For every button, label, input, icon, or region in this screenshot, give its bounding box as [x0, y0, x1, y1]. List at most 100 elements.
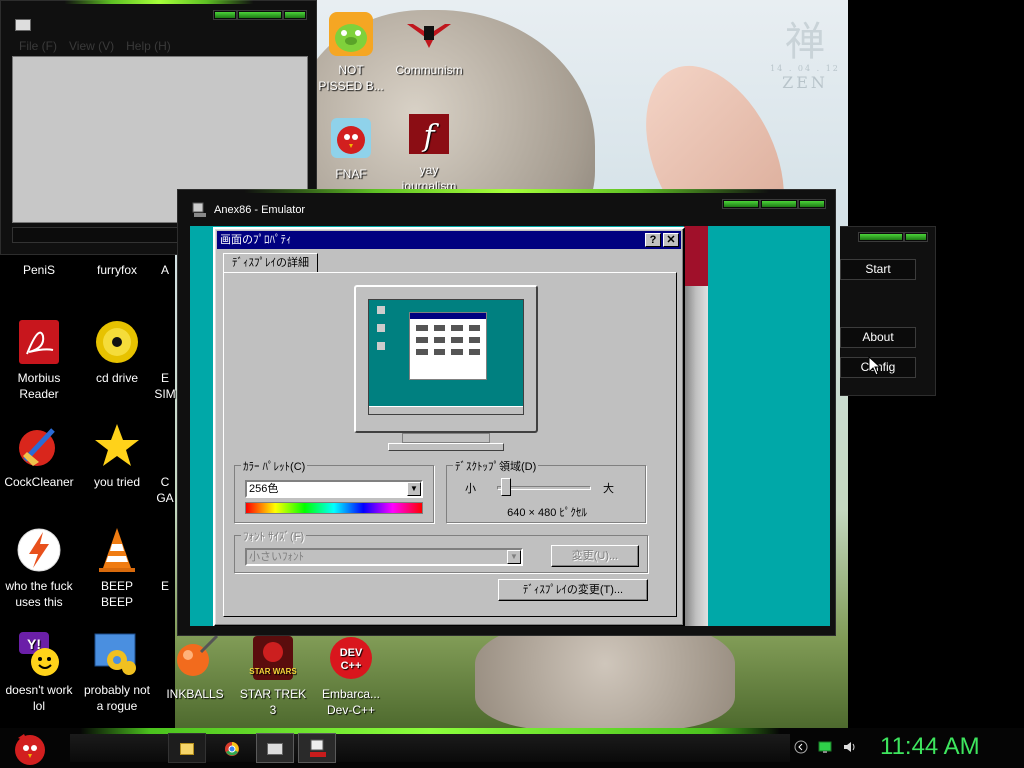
- window-title: Anex86 - Emulator: [214, 204, 306, 216]
- taskbar-chrome[interactable]: [212, 733, 250, 763]
- desktop-icon-label: NOT PISSED B...: [318, 63, 384, 93]
- close-button[interactable]: [284, 11, 306, 19]
- minimize-button[interactable]: [723, 200, 759, 208]
- resolution-slider-track[interactable]: [497, 486, 591, 490]
- maximize-button[interactable]: [859, 233, 903, 241]
- desktop-icon-label: furryfox: [96, 263, 137, 277]
- network-icon[interactable]: [818, 740, 832, 754]
- desktop-icon-label: E: [160, 579, 169, 593]
- desktop-area-group: ﾃﾞｽｸﾄｯﾌﾟ領域(D) 小 大 640 × 480 ﾋﾟｸｾﾙ: [446, 458, 646, 523]
- desktop-icon[interactable]: E: [150, 578, 180, 594]
- desktop-icon[interactable]: probably not a rogue: [76, 630, 158, 714]
- svg-text:C++: C++: [341, 660, 362, 672]
- minimize-button[interactable]: [214, 11, 236, 19]
- monitor-preview: [354, 285, 538, 460]
- dialog-title: 画面のﾌﾟﾛﾊﾟﾃｨ: [220, 234, 292, 246]
- taskbar-clock[interactable]: 11:44 AM: [880, 733, 980, 761]
- window-app-icon: [15, 19, 31, 31]
- close-button[interactable]: [799, 200, 825, 208]
- desktop-icon[interactable]: BEEP BEEP: [76, 526, 158, 610]
- desktop-icon-label: probably not a rogue: [83, 683, 151, 713]
- desktop-icon[interactable]: INKBALLS: [154, 634, 236, 702]
- cd-icon: [93, 318, 141, 366]
- desktop-icon-label: Communism: [395, 63, 463, 77]
- desktop-icon[interactable]: FNAF: [310, 114, 392, 182]
- desktop-icon[interactable]: you tried: [76, 422, 158, 490]
- desktop-icon[interactable]: C GA: [150, 474, 180, 506]
- color-palette-group: ｶﾗｰ ﾊﾟﾚｯﾄ(C) 256色 ▼: [234, 458, 434, 523]
- desktop-icon[interactable]: f yay journalism: [388, 110, 470, 194]
- pdf-reader-icon: [15, 318, 63, 366]
- window-controls: [723, 200, 825, 208]
- wallpaper-date: 14 . 04 . 12: [770, 64, 840, 73]
- mini-taskbar: [369, 406, 523, 414]
- speaker-icon[interactable]: [842, 740, 856, 754]
- red-bird-icon: [327, 114, 375, 162]
- svg-text:DEV: DEV: [340, 647, 363, 659]
- display-properties-dialog[interactable]: 画面のﾌﾟﾛﾊﾟﾃｨ ? ✕ ﾃﾞｨｽﾌﾟﾚｲの詳細 ｶﾗｰ ﾊﾟﾚｯﾄ(C) …: [213, 227, 685, 626]
- desktop-icon[interactable]: Y! doesn't work lol: [0, 630, 80, 714]
- maximize-button[interactable]: [761, 200, 797, 208]
- dialog-titlebar: 画面のﾌﾟﾛﾊﾟﾃｨ ? ✕: [217, 231, 681, 249]
- start-button[interactable]: Start: [840, 259, 916, 280]
- desktop-icon[interactable]: furryfox: [76, 262, 158, 278]
- chevron-down-icon[interactable]: ▼: [507, 550, 521, 564]
- lightning-icon: [15, 526, 63, 574]
- wallpaper-paw-shape: [475, 620, 735, 728]
- broom-icon: [15, 422, 63, 470]
- chevron-down-icon[interactable]: ▼: [407, 482, 421, 496]
- emulator-window[interactable]: Anex86 - Emulator 画面のﾌﾟﾛﾊﾟﾃｨ ? ✕ ﾃﾞｨｽﾌﾟﾚ…: [177, 189, 836, 636]
- emulator-screen[interactable]: 画面のﾌﾟﾛﾊﾟﾃｨ ? ✕ ﾃﾞｨｽﾌﾟﾚｲの詳細 ｶﾗｰ ﾊﾟﾚｯﾄ(C) …: [190, 226, 830, 626]
- change-display-button[interactable]: ﾃﾞｨｽﾌﾟﾚｲの変更(T)...: [498, 579, 648, 601]
- star-wars-icon: STAR WARS: [249, 634, 297, 682]
- maximize-button[interactable]: [238, 11, 282, 19]
- desktop-icon-label: doesn't work lol: [5, 683, 73, 713]
- tab-display-details[interactable]: ﾃﾞｨｽﾌﾟﾚｲの詳細: [223, 253, 318, 273]
- monitor-screen: [368, 299, 524, 415]
- desktop-icon[interactable]: NOT PISSED B...: [310, 10, 392, 94]
- taskbar-window-1[interactable]: [256, 733, 294, 763]
- star-icon: [93, 422, 141, 470]
- desktop-icon[interactable]: PeniS: [0, 262, 80, 278]
- resolution-slider-thumb[interactable]: [501, 478, 511, 496]
- emulator-app-icon: [192, 202, 206, 218]
- desktop-icon[interactable]: Communism: [388, 10, 470, 78]
- gears-icon: [93, 630, 141, 678]
- tab-panel: ｶﾗｰ ﾊﾟﾚｯﾄ(C) 256色 ▼ ﾃﾞｽｸﾄｯﾌﾟ領域(D) 小 大 64…: [223, 272, 677, 617]
- color-palette-select[interactable]: 256色 ▼: [245, 480, 423, 498]
- font-size-group: ﾌｫﾝﾄ ｻｲｽﾞ(F) 小さいﾌｫﾝﾄ ▼ 変更(U)...: [234, 528, 648, 573]
- desktop-icon[interactable]: A: [150, 262, 180, 278]
- menu-file[interactable]: File (F): [19, 39, 57, 53]
- launcher-window[interactable]: Start About Config: [840, 226, 936, 396]
- desktop-icon[interactable]: DEV C++ Embarca... Dev-C++: [310, 634, 392, 718]
- desktop-icon[interactable]: E SIM: [150, 370, 180, 402]
- folder-icon: [180, 743, 194, 755]
- eagle-icon: [405, 10, 453, 58]
- help-button[interactable]: ?: [645, 233, 661, 247]
- pig-icon: [327, 10, 375, 58]
- about-button[interactable]: About: [840, 327, 916, 348]
- desktop-icon[interactable]: STAR WARS STAR TREK 3: [232, 634, 314, 718]
- desktop-icon-label: who the fuck uses this: [5, 579, 73, 609]
- menu-view[interactable]: View (V): [69, 39, 114, 53]
- desktop-icon-label: cd drive: [95, 371, 139, 385]
- start-orb-red-bird-icon[interactable]: [8, 728, 52, 768]
- close-button[interactable]: [905, 233, 927, 241]
- window-controls: [214, 11, 306, 19]
- font-size-select[interactable]: 小さいﾌｫﾝﾄ ▼: [245, 548, 523, 566]
- font-change-button[interactable]: 変更(U)...: [551, 545, 639, 567]
- close-button[interactable]: ✕: [663, 233, 679, 247]
- desktop-icon[interactable]: Morbius Reader: [0, 318, 80, 402]
- taskbar-explorer[interactable]: [168, 733, 206, 763]
- desktop-icon[interactable]: who the fuck uses this: [0, 526, 80, 610]
- svg-text:STAR WARS: STAR WARS: [249, 667, 297, 676]
- back-arrow-icon[interactable]: [794, 740, 808, 754]
- desktop-icon[interactable]: CockCleaner: [0, 422, 80, 490]
- wallpaper-word: ZEN: [782, 73, 828, 92]
- desktop-icon-label: you tried: [93, 475, 141, 489]
- desktop-icon[interactable]: cd drive: [76, 318, 158, 386]
- desktop-icon-label: Morbius Reader: [17, 371, 61, 401]
- menu-help[interactable]: Help (H): [126, 39, 171, 53]
- taskbar-emulator[interactable]: [298, 733, 336, 763]
- chrome-icon: [225, 742, 239, 756]
